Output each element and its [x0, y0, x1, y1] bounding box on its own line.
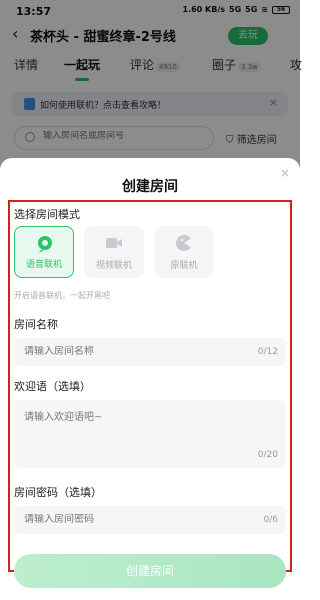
voice-chat-icon [38, 236, 52, 253]
close-icon[interactable]: × [280, 166, 290, 180]
mode-options: 语音联机 视频联机 原联机 [14, 226, 214, 278]
room-name-label: 房间名称 [14, 318, 58, 331]
gamepad-icon [176, 235, 192, 251]
mode-original[interactable]: 原联机 [154, 226, 214, 278]
create-room-sheet: 创建房间 × 选择房间模式 语音联机 视频联机 原联机 开启语音联机，一起开黑吧… [0, 158, 300, 600]
mode-voice[interactable]: 语音联机 [14, 226, 74, 278]
welcome-field: 0/20 [14, 400, 286, 468]
room-name-input[interactable] [24, 346, 224, 357]
mode-label: 选择房间模式 [14, 208, 80, 221]
video-camera-icon [106, 238, 122, 248]
room-name-field: 0/12 [14, 338, 286, 366]
create-room-button[interactable]: 创建房间 [14, 554, 286, 588]
mode-video-label: 视频联机 [95, 261, 132, 271]
welcome-input[interactable] [24, 408, 264, 448]
mode-voice-label: 语音联机 [25, 260, 62, 270]
mode-video[interactable]: 视频联机 [84, 226, 144, 278]
password-count: 0/6 [263, 515, 278, 525]
welcome-count: 0/20 [257, 450, 278, 460]
password-field: 0/6 [14, 506, 286, 534]
sheet-title: 创建房间 [122, 179, 178, 195]
welcome-label: 欢迎语（选填） [14, 380, 91, 393]
password-input[interactable] [24, 514, 224, 525]
password-label: 房间密码（选填） [14, 486, 102, 499]
room-name-count: 0/12 [257, 347, 278, 357]
mode-original-label: 原联机 [170, 261, 198, 271]
mode-hint: 开启语音联机，一起开黑吧 [14, 291, 110, 300]
